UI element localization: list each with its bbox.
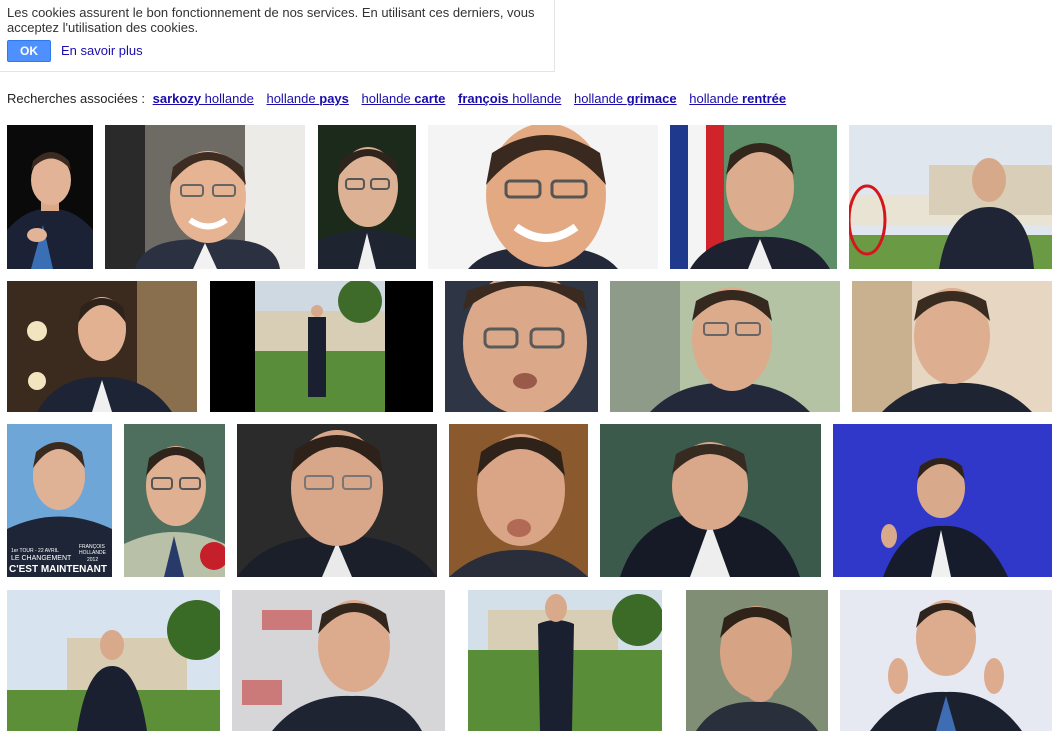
related-link-bold: carte: [414, 91, 446, 106]
related-link-rest: hollande: [573, 91, 627, 106]
cookie-banner: Les cookies assurent le bon fonctionneme…: [0, 0, 555, 72]
image-result[interactable]: [237, 424, 437, 577]
image-result[interactable]: [232, 590, 445, 731]
portrait-thumbnail: [237, 424, 437, 577]
portrait-thumbnail: [849, 125, 1052, 269]
cookie-message: Les cookies assurent le bon fonctionneme…: [7, 5, 535, 35]
image-result[interactable]: [105, 125, 305, 269]
portrait-thumbnail: [449, 424, 588, 577]
portrait-thumbnail: [7, 281, 197, 412]
image-result[interactable]: [445, 281, 598, 412]
related-link-bold: françois: [458, 91, 509, 106]
portrait-thumbnail: [232, 590, 445, 731]
related-link-bold: grimace: [626, 91, 677, 106]
portrait-thumbnail: [428, 125, 658, 269]
related-link-bold: pays: [319, 91, 349, 106]
portrait-thumbnail: [840, 590, 1052, 731]
image-result[interactable]: [7, 125, 93, 269]
portrait-thumbnail: [610, 281, 840, 412]
related-link-francois-hollande[interactable]: françois hollande: [458, 91, 561, 106]
portrait-thumbnail: [686, 590, 828, 731]
portrait-thumbnail: [124, 424, 225, 577]
related-link-rest: hollande: [689, 91, 743, 106]
related-searches: Recherches associées : sarkozy hollande …: [7, 91, 795, 106]
image-result[interactable]: [7, 281, 197, 412]
poster-year: 2012: [87, 557, 98, 563]
image-result[interactable]: [449, 424, 588, 577]
image-result[interactable]: [600, 424, 821, 577]
portrait-thumbnail: [318, 125, 416, 269]
portrait-thumbnail: [7, 125, 93, 269]
image-result[interactable]: [840, 590, 1052, 731]
related-link-bold: rentrée: [742, 91, 787, 106]
related-link-rest: hollande: [201, 91, 254, 106]
related-link-rest: hollande: [361, 91, 415, 106]
image-result[interactable]: [428, 125, 658, 269]
poster-name2: HOLLANDE: [79, 550, 107, 556]
portrait-thumbnail: [852, 281, 1052, 412]
image-result[interactable]: [318, 125, 416, 269]
image-result[interactable]: [210, 281, 433, 412]
portrait-thumbnail: [105, 125, 305, 269]
campaign-poster-thumbnail: 1er TOUR - 22 AVRIL LE CHANGEMENT C'EST …: [7, 424, 112, 577]
portrait-thumbnail: [7, 590, 220, 731]
related-link-bold: sarkozy: [152, 91, 202, 106]
portrait-thumbnail: [670, 125, 837, 269]
image-result[interactable]: [670, 125, 837, 269]
related-link-hollande-carte[interactable]: hollande carte: [362, 91, 446, 106]
related-link-sarkozy-hollande[interactable]: sarkozy hollande: [153, 91, 254, 106]
cookie-ok-button[interactable]: OK: [7, 40, 51, 62]
image-result[interactable]: [686, 590, 828, 731]
related-link-hollande-pays[interactable]: hollande pays: [266, 91, 348, 106]
related-link-rest: hollande: [266, 91, 320, 106]
image-result[interactable]: [7, 590, 220, 731]
related-link-hollande-grimace[interactable]: hollande grimace: [574, 91, 677, 106]
portrait-thumbnail: [468, 590, 662, 731]
portrait-thumbnail: [600, 424, 821, 577]
learn-more-link[interactable]: En savoir plus: [61, 43, 143, 58]
portrait-thumbnail: [445, 281, 598, 412]
image-result[interactable]: [849, 125, 1052, 269]
image-result[interactable]: [124, 424, 225, 577]
image-result[interactable]: [610, 281, 840, 412]
poster-slogan: C'EST MAINTENANT: [9, 564, 107, 575]
poster-date: 1er TOUR - 22 AVRIL: [11, 548, 59, 554]
portrait-thumbnail: [210, 281, 433, 412]
related-link-rest: hollande: [508, 91, 562, 106]
portrait-thumbnail: [833, 424, 1052, 577]
image-result[interactable]: [833, 424, 1052, 577]
poster-line2: LE CHANGEMENT: [11, 555, 72, 562]
image-result[interactable]: [468, 590, 662, 731]
related-link-hollande-rentree[interactable]: hollande rentrée: [689, 91, 786, 106]
image-result[interactable]: [852, 281, 1052, 412]
related-searches-label: Recherches associées :: [7, 91, 146, 106]
image-result[interactable]: 1er TOUR - 22 AVRIL LE CHANGEMENT C'EST …: [7, 424, 112, 577]
